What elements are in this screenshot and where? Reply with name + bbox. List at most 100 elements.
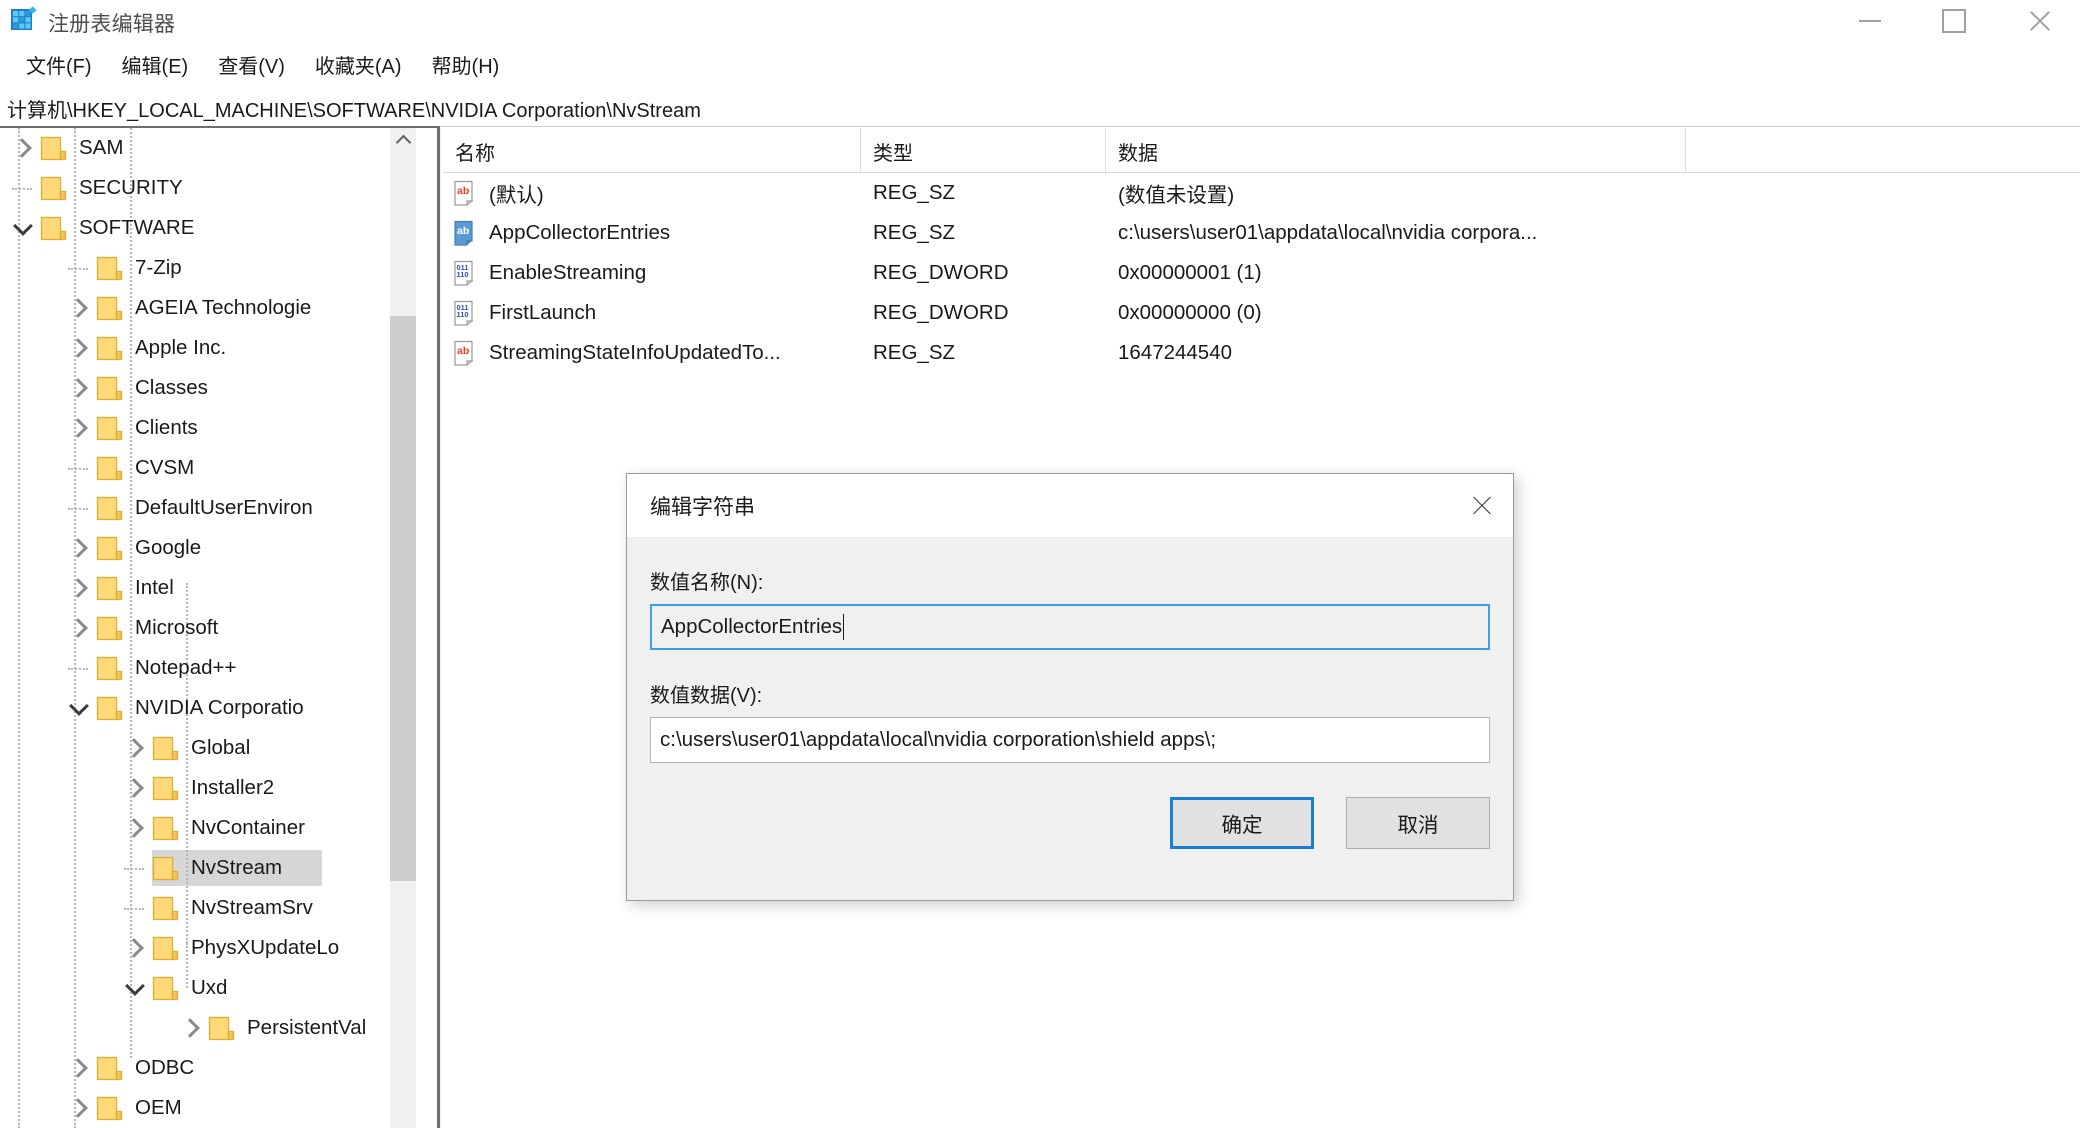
tree-node-clients[interactable]: Clients	[0, 408, 408, 448]
tree-node-physxupdatelo[interactable]: PhysXUpdateLo	[0, 928, 408, 968]
scrollbar-thumb[interactable]	[390, 316, 416, 881]
folder-icon	[152, 856, 182, 881]
tree-node-classes[interactable]: Classes	[0, 368, 408, 408]
tree-node-microsoft[interactable]: Microsoft	[0, 608, 408, 648]
tree-node-global[interactable]: Global	[0, 728, 408, 768]
tree-node-label: SAM	[79, 136, 124, 159]
chevron-glyph	[67, 1098, 88, 1118]
tree-node-oem[interactable]: OEM	[0, 1088, 408, 1128]
tree-node-software[interactable]: SOFTWARE	[0, 208, 408, 248]
column-header-data[interactable]: 数据	[1106, 128, 1686, 172]
tree-node-label: Global	[191, 736, 251, 759]
chevron-right-icon[interactable]	[118, 928, 152, 968]
chevron-right-icon[interactable]	[62, 1048, 96, 1088]
tree-node-notepad[interactable]: Notepad++	[0, 648, 408, 688]
chevron-glyph	[125, 975, 145, 996]
chevron-right-icon[interactable]	[62, 608, 96, 648]
column-header-name[interactable]: 名称	[443, 128, 861, 172]
tree-node-google[interactable]: Google	[0, 528, 408, 568]
value-data-cell: 1647244540	[1106, 341, 1706, 365]
tree-node-apple-inc[interactable]: Apple Inc.	[0, 328, 408, 368]
folder-icon	[96, 696, 126, 721]
chevron-right-icon[interactable]	[62, 328, 96, 368]
chevron-glyph	[123, 738, 144, 758]
maximize-button[interactable]	[1912, 0, 1996, 41]
chevron-glyph	[67, 338, 88, 358]
value-name-input[interactable]: AppCollectorEntries	[650, 604, 1490, 650]
value-type-cell: REG_SZ	[861, 341, 1106, 365]
registry-editor-icon	[10, 6, 38, 32]
menu-edit[interactable]: 编辑(E)	[108, 46, 203, 83]
chevron-right-icon[interactable]	[62, 368, 96, 408]
cancel-button[interactable]: 取消	[1346, 797, 1490, 849]
tree-node-7-zip[interactable]: 7-Zip	[0, 248, 408, 288]
close-button[interactable]	[1996, 0, 2080, 41]
tree-node-installer2[interactable]: Installer2	[0, 768, 408, 808]
tree-node-odbc[interactable]: ODBC	[0, 1048, 408, 1088]
column-header-type[interactable]: 类型	[861, 128, 1106, 172]
tree-node-defaultuserenviron[interactable]: DefaultUserEnviron	[0, 488, 408, 528]
dialog-close-button[interactable]	[1451, 474, 1513, 537]
string-value-icon: ab	[453, 220, 480, 247]
menu-favorites[interactable]: 收藏夹(A)	[301, 46, 416, 83]
tree-node-label: Clients	[135, 416, 198, 439]
tree-node-cvsm[interactable]: CVSM	[0, 448, 408, 488]
value-data-text: 1647244540	[1118, 341, 1233, 364]
scroll-up-button[interactable]	[390, 128, 416, 154]
chevron-right-icon[interactable]	[62, 568, 96, 608]
tree-vertical-scrollbar[interactable]	[390, 128, 416, 1128]
chevron-glyph	[67, 1058, 88, 1078]
tree-node-nvidia-corporatio[interactable]: NVIDIA Corporatio	[0, 688, 408, 728]
tree-node-nvstreamsrv[interactable]: NvStreamSrv	[0, 888, 408, 928]
value-data-text: 0x00000001 (1)	[1118, 261, 1262, 284]
minimize-button[interactable]	[1828, 0, 1912, 41]
chevron-down-icon[interactable]	[118, 968, 152, 1008]
registry-value-row[interactable]: ab (默认) REG_SZ (数值未设置)	[443, 173, 2080, 213]
list-column-headers: 名称 类型 数据	[443, 128, 2080, 173]
chevron-right-icon[interactable]	[62, 1088, 96, 1128]
folder-icon	[96, 616, 126, 641]
registry-value-row[interactable]: 011 110 EnableStreaming REG_DWORD 0x00000001…	[443, 253, 2080, 293]
title-bar: 注册表编辑器	[0, 0, 2080, 41]
tree-node-label: CVSM	[135, 456, 195, 479]
registry-value-row[interactable]: 011 110 FirstLaunch REG_DWORD 0x00000000 (0)	[443, 293, 2080, 333]
tree-node-security[interactable]: SECURITY	[0, 168, 408, 208]
chevron-right-icon[interactable]	[118, 728, 152, 768]
chevron-right-icon[interactable]	[118, 808, 152, 848]
registry-value-row[interactable]: ab AppCollectorEntries REG_SZ c:\users\user…	[443, 213, 2080, 253]
tree-node-uxd[interactable]: Uxd	[0, 968, 408, 1008]
ok-button[interactable]: 确定	[1170, 797, 1314, 849]
tree-node-label: Apple Inc.	[135, 336, 227, 359]
svg-text:ab: ab	[457, 185, 469, 197]
tree-node-sam[interactable]: SAM	[0, 128, 408, 168]
tree-node-persistentval[interactable]: PersistentVal	[0, 1008, 408, 1048]
chevron-right-icon[interactable]	[6, 128, 40, 168]
tree-node-nvcontainer[interactable]: NvContainer	[0, 808, 408, 848]
folder-icon	[96, 296, 126, 321]
chevron-glyph	[67, 378, 88, 398]
menu-help[interactable]: 帮助(H)	[418, 46, 514, 83]
tree-node-ageia-technologie[interactable]: AGEIA Technologie	[0, 288, 408, 328]
chevron-right-icon[interactable]	[174, 1008, 208, 1048]
value-type-text: REG_DWORD	[873, 301, 1009, 324]
chevron-right-icon[interactable]	[62, 408, 96, 448]
registry-value-row[interactable]: ab StreamingStateInfoUpdatedTo... REG_SZ 16…	[443, 333, 2080, 373]
value-data-input[interactable]: c:\users\user01\appdata\local\nvidia cor…	[650, 717, 1490, 763]
value-name-text: AppCollectorEntries	[661, 615, 843, 638]
chevron-right-icon[interactable]	[62, 288, 96, 328]
chevron-glyph	[11, 138, 32, 158]
chevron-right-icon[interactable]	[62, 528, 96, 568]
menu-view[interactable]: 查看(V)	[204, 46, 299, 83]
address-bar[interactable]: 计算机\HKEY_LOCAL_MACHINE\SOFTWARE\NVIDIA C…	[0, 90, 2080, 127]
dialog-title: 编辑字符串	[650, 495, 755, 519]
chevron-right-icon[interactable]	[118, 768, 152, 808]
panel-splitter[interactable]	[437, 128, 440, 1128]
tree-node-intel[interactable]: Intel	[0, 568, 408, 608]
chevron-down-icon[interactable]	[62, 688, 96, 728]
menu-file[interactable]: 文件(F)	[12, 46, 106, 83]
tree-node-nvstream[interactable]: NvStream	[0, 848, 408, 888]
value-data-text: c:\users\user01\appdata\local\nvidia cor…	[1118, 221, 1538, 244]
chevron-down-icon[interactable]	[6, 208, 40, 248]
